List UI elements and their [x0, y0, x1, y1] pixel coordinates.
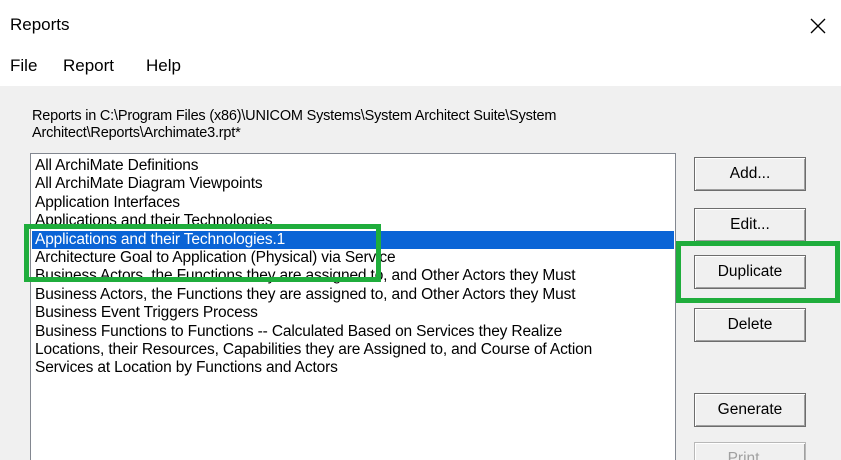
path-line-1: Reports in C:\Program Files (x86)\UNICOM… [32, 108, 557, 124]
list-item[interactable]: Applications and their Technologies [32, 212, 674, 230]
list-item[interactable]: Applications and their Technologies.1 [32, 230, 674, 249]
list-item[interactable]: Business Actors, the Functions they are … [32, 286, 674, 304]
add-button[interactable]: Add... [694, 157, 806, 191]
list-item[interactable]: Business Actors, the Functions they are … [32, 267, 674, 285]
duplicate-button[interactable]: Duplicate [694, 255, 806, 289]
list-item[interactable]: All ArchiMate Diagram Viewpoints [32, 175, 674, 193]
generate-button[interactable]: Generate [694, 393, 806, 427]
close-icon [810, 18, 826, 34]
delete-button[interactable]: Delete [694, 308, 806, 342]
edit-button[interactable]: Edit... [694, 208, 806, 242]
menu-help[interactable]: Help [144, 56, 183, 76]
title-bar: Reports [0, 0, 841, 46]
reports-dialog: Reports File Report Help Reports in C:\P… [0, 0, 841, 460]
print-button: Print... [694, 442, 806, 460]
list-item[interactable]: All ArchiMate Definitions [32, 157, 674, 175]
path-line-2: Architect\Reports\Archimate3.rpt* [32, 125, 241, 141]
list-item[interactable]: Business Event Triggers Process [32, 304, 674, 322]
list-item[interactable]: Architecture Goal to Application (Physic… [32, 249, 674, 267]
reports-list[interactable]: All ArchiMate Definitions All ArchiMate D… [30, 153, 676, 460]
window-title: Reports [10, 15, 70, 34]
menu-bar: File Report Help [0, 46, 841, 86]
list-item[interactable]: Business Functions to Functions -- Calcu… [32, 323, 674, 341]
menu-file[interactable]: File [8, 56, 39, 76]
list-item[interactable]: Services at Location by Functions and Ac… [32, 359, 674, 377]
reports-path-label: Reports in C:\Program Files (x86)\UNICOM… [32, 108, 752, 142]
close-button[interactable] [795, 6, 841, 46]
menu-report[interactable]: Report [61, 56, 116, 76]
reports-list-items: All ArchiMate Definitions All ArchiMate D… [32, 157, 674, 378]
list-item[interactable]: Locations, their Resources, Capabilities… [32, 341, 674, 359]
list-item[interactable]: Application Interfaces [32, 194, 674, 212]
